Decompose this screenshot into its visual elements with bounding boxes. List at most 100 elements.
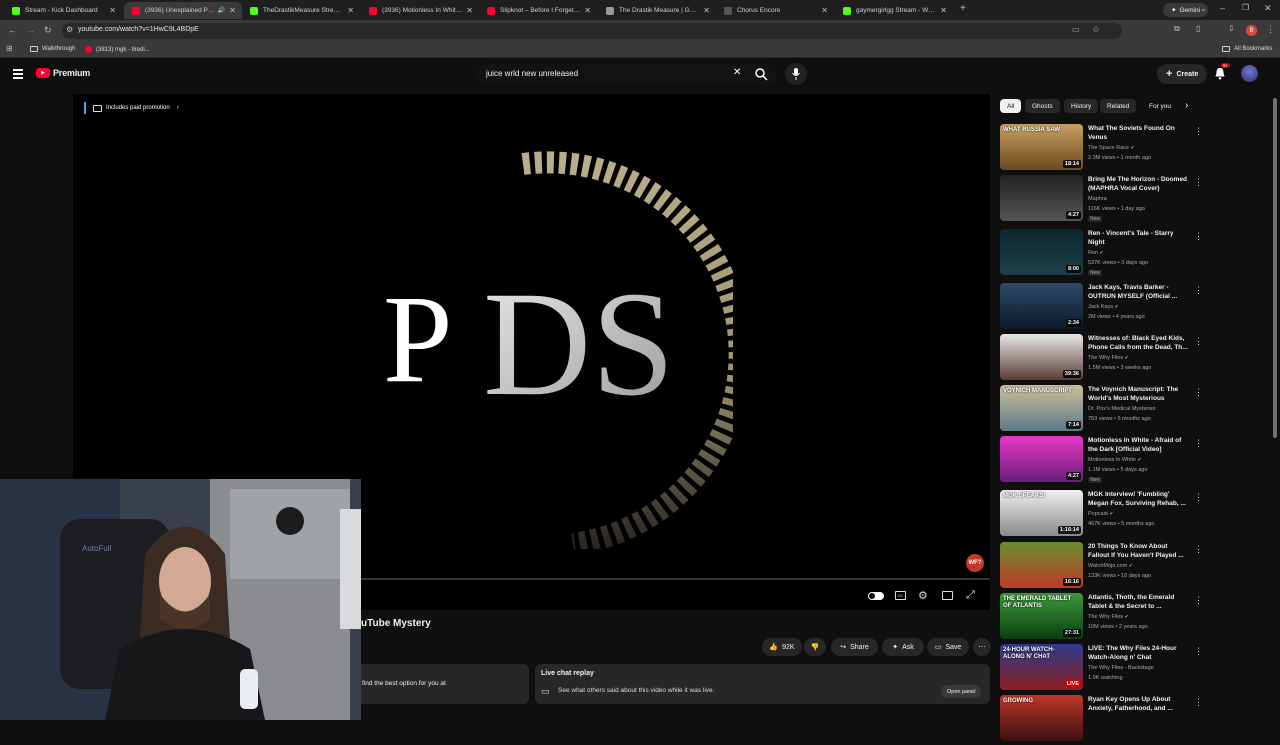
- video-thumbnail[interactable]: WHAT RUSSIA SAW 18:14: [1000, 124, 1083, 170]
- channel-name[interactable]: The Why Files: [1088, 355, 1123, 361]
- user-avatar[interactable]: [1241, 65, 1258, 82]
- more-options-icon[interactable]: ⋮: [1194, 438, 1203, 449]
- channel-name[interactable]: The Space Race: [1088, 145, 1129, 151]
- search-input[interactable]: juice wrld new unreleased ✕: [477, 63, 777, 85]
- video-thumbnail[interactable]: 8:00: [1000, 229, 1083, 275]
- channel-name[interactable]: Dr. Pox's Medical Mysteries: [1088, 406, 1155, 412]
- recommendation-item[interactable]: 39:36 Witnesses of: Black Eyed Kids, Phon…: [1000, 334, 1203, 384]
- browser-menu-icon[interactable]: ⋮: [1266, 24, 1275, 35]
- search-icon[interactable]: [754, 67, 768, 81]
- recommendation-item[interactable]: 4:27 Motionless In White - Afraid of the …: [1000, 436, 1203, 486]
- recommendation-item[interactable]: 4:27 Bring Me The Horizon - Doomed (MAPHR…: [1000, 175, 1203, 225]
- video-thumbnail[interactable]: 2:34: [1000, 283, 1083, 329]
- close-tab-icon[interactable]: ✕: [940, 6, 947, 15]
- youtube-logo[interactable]: ▶ Premium: [36, 68, 90, 78]
- chip-history[interactable]: History: [1064, 99, 1099, 113]
- video-title[interactable]: 20 Things To Know About Fallout If You H…: [1088, 542, 1188, 560]
- download-icon[interactable]: ⇩: [1228, 24, 1235, 33]
- channel-name[interactable]: Maphra: [1088, 196, 1107, 202]
- close-tab-icon[interactable]: ✕: [229, 6, 236, 15]
- browser-tab[interactable]: The Drastik Measure | Gaming ✕: [598, 2, 716, 19]
- page-scrollbar[interactable]: [1273, 98, 1277, 438]
- cast-icon[interactable]: ▭: [1072, 25, 1080, 34]
- chips-next-icon[interactable]: ›: [1185, 100, 1188, 111]
- video-thumbnail[interactable]: 16:16: [1000, 542, 1083, 588]
- more-options-icon[interactable]: ⋮: [1194, 595, 1203, 606]
- video-thumbnail[interactable]: VOYNICH MANUSCRIPT 7:14: [1000, 385, 1083, 431]
- recommendation-item[interactable]: VOYNICH MANUSCRIPT 7:14 The Voynich Manusc…: [1000, 385, 1203, 435]
- new-tab-button[interactable]: +: [960, 3, 966, 14]
- more-options-icon[interactable]: ⋮: [1194, 492, 1203, 503]
- chip-for-you[interactable]: For you: [1142, 99, 1178, 113]
- channel-name[interactable]: Popcast: [1088, 511, 1108, 517]
- bookmark-star-icon[interactable]: ☆: [1092, 24, 1100, 35]
- bookmark-walkthrough[interactable]: Walkthrough: [30, 46, 75, 52]
- recommendation-item[interactable]: MGK SPEAKS! 1:16:14 MGK Interview! 'Fumbli…: [1000, 490, 1203, 540]
- paid-promotion-badge[interactable]: Includes paid promotion ›: [84, 102, 179, 114]
- ask-button[interactable]: ✦ Ask: [882, 638, 924, 656]
- browser-tab[interactable]: Slipknot – Before I Forget (Synt ✕: [479, 2, 597, 19]
- video-title[interactable]: The Voynich Manuscript: The World's Most…: [1088, 385, 1188, 403]
- open-panel-button[interactable]: Open panel: [941, 685, 982, 698]
- tab-audio-icon[interactable]: 🔊: [218, 7, 225, 14]
- video-thumbnail[interactable]: 4:27: [1000, 436, 1083, 482]
- recommendation-item[interactable]: WHAT RUSSIA SAW 18:14 What The Soviets Fou…: [1000, 124, 1203, 174]
- description-box[interactable]: find the best option for you at: [361, 664, 529, 704]
- extensions-icon[interactable]: ⧉: [1174, 24, 1180, 34]
- video-title[interactable]: Ryan Key Opens Up About Anxiety, Fatherh…: [1088, 695, 1188, 713]
- video-thumbnail[interactable]: MGK SPEAKS! 1:16:14: [1000, 490, 1083, 536]
- recommendation-item[interactable]: 8:00 Ren - Vincent's Tale - Starry Night R…: [1000, 229, 1203, 279]
- video-title[interactable]: MGK Interview! 'Fumbling' Megan Fox, Sur…: [1088, 490, 1188, 508]
- recommendation-item[interactable]: 2:34 Jack Kays, Travis Barker - OUTRUN MY…: [1000, 283, 1203, 333]
- reload-icon[interactable]: ↻: [44, 25, 52, 36]
- recommendation-item[interactable]: 16:16 20 Things To Know About Fallout If …: [1000, 542, 1203, 592]
- chip-ghosts[interactable]: Ghosts: [1025, 99, 1060, 113]
- all-bookmarks[interactable]: All Bookmarks: [1222, 46, 1272, 52]
- channel-name[interactable]: Jack Kays: [1088, 304, 1113, 310]
- profile-avatar[interactable]: B: [1246, 25, 1257, 36]
- tab-search-icon[interactable]: ⌄: [1200, 4, 1207, 13]
- browser-tab[interactable]: gaymergirlgg Stream - Watch l ✕: [835, 2, 953, 19]
- browser-tab[interactable]: Stream - Kick Dashboard ✕: [4, 2, 122, 19]
- voice-search-icon[interactable]: [785, 63, 807, 85]
- create-button[interactable]: + Create: [1157, 64, 1208, 84]
- video-thumbnail[interactable]: 4:27: [1000, 175, 1083, 221]
- channel-name[interactable]: The Why Files - Backstage: [1088, 665, 1154, 671]
- share-button[interactable]: ↪ Share: [831, 638, 878, 656]
- maximize-icon[interactable]: ❐: [1242, 3, 1249, 12]
- video-title[interactable]: LIVE: The Why Files 24-Hour Watch-Along …: [1088, 644, 1188, 662]
- channel-watermark[interactable]: WF?: [966, 554, 984, 572]
- more-options-icon[interactable]: ⋮: [1194, 544, 1203, 555]
- video-thumbnail[interactable]: 24-HOUR WATCH-ALONG N' CHAT LIVE: [1000, 644, 1083, 690]
- back-icon[interactable]: ←: [8, 25, 17, 35]
- clear-search-icon[interactable]: ✕: [733, 67, 741, 78]
- notifications-bell-icon[interactable]: 9+: [1214, 63, 1231, 85]
- captions-icon[interactable]: cc: [895, 591, 906, 600]
- more-options-icon[interactable]: ⋮: [1194, 387, 1203, 398]
- browser-tab[interactable]: (3936) Motionless In White - Af ✕: [361, 2, 479, 19]
- video-thumbnail[interactable]: 39:36: [1000, 334, 1083, 380]
- more-options-icon[interactable]: ⋮: [1194, 336, 1203, 347]
- more-options-icon[interactable]: ⋮: [1194, 177, 1203, 188]
- video-title[interactable]: Ren - Vincent's Tale - Starry Night: [1088, 229, 1188, 247]
- site-info-icon[interactable]: ⚙: [66, 25, 73, 34]
- video-title[interactable]: Motionless In White - Afraid of the Dark…: [1088, 436, 1188, 454]
- forward-icon[interactable]: →: [26, 25, 35, 35]
- more-options-icon[interactable]: ⋮: [1194, 126, 1203, 137]
- chip-all[interactable]: All: [1000, 99, 1022, 113]
- more-options-icon[interactable]: ⋮: [1194, 285, 1203, 296]
- close-tab-icon[interactable]: ✕: [109, 6, 116, 15]
- video-thumbnail[interactable]: THE EMERALD TABLET OF ATLANTIS 27:31: [1000, 593, 1083, 639]
- close-tab-icon[interactable]: ✕: [347, 6, 354, 15]
- minimize-icon[interactable]: –: [1220, 3, 1225, 13]
- more-options-icon[interactable]: ⋮: [1194, 697, 1203, 708]
- video-title[interactable]: Atlantis, Thoth, the Emerald Tablet & th…: [1088, 593, 1188, 611]
- recommendation-item[interactable]: GROWING Ryan Key Opens Up About Anxiety, …: [1000, 695, 1203, 745]
- chip-related[interactable]: Related: [1100, 99, 1137, 113]
- video-title[interactable]: Bring Me The Horizon - Doomed (MAPHRA Vo…: [1088, 175, 1188, 193]
- recommendation-item[interactable]: THE EMERALD TABLET OF ATLANTIS 27:31 Atlan…: [1000, 593, 1203, 643]
- dislike-button[interactable]: 👎: [804, 638, 826, 656]
- video-thumbnail[interactable]: GROWING: [1000, 695, 1083, 741]
- close-tab-icon[interactable]: ✕: [703, 6, 710, 15]
- sidepanel-icon[interactable]: ▯: [1196, 24, 1200, 33]
